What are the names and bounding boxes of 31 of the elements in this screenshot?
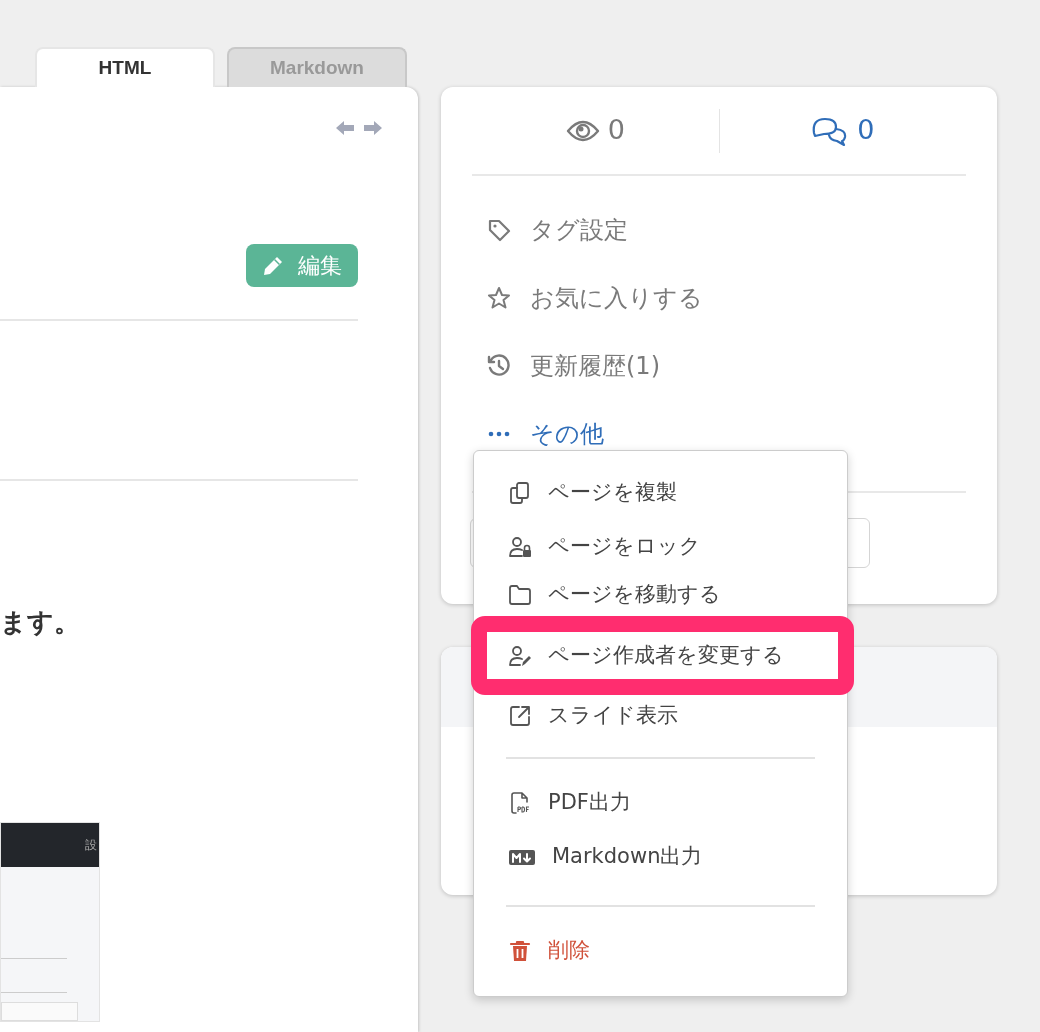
- view-count: 0: [472, 110, 719, 151]
- folder-icon: [508, 583, 532, 607]
- more-link[interactable]: その他: [472, 400, 966, 468]
- tag-icon: [486, 218, 512, 242]
- comment-count[interactable]: 0: [719, 110, 966, 151]
- menu-item[interactable]: ページを複製: [474, 466, 847, 520]
- trash-icon: [508, 939, 532, 963]
- menu-item[interactable]: スライド表示: [474, 695, 847, 736]
- menu-link[interactable]: お気に入りする: [472, 264, 966, 332]
- menu-link[interactable]: 更新履歴(1): [472, 332, 966, 400]
- external-link-icon: [508, 703, 532, 728]
- body-text: ます。: [0, 606, 81, 639]
- user-lock-icon: [508, 535, 532, 559]
- menu-item[interactable]: ページ作成者を変更する: [471, 616, 854, 695]
- pencil-icon: [262, 254, 284, 277]
- header-text: 設: [85, 836, 97, 854]
- star-icon: [486, 286, 512, 310]
- menu-link[interactable]: タグ設定: [472, 196, 966, 264]
- tab[interactable]: HTML: [35, 47, 215, 87]
- history-icon: [486, 354, 512, 378]
- arrows-icon[interactable]: [336, 120, 382, 136]
- menu-item[interactable]: Markdown出力: [474, 830, 847, 884]
- ellipsis-icon: [486, 431, 512, 437]
- menu-item[interactable]: ページをロック: [474, 520, 847, 574]
- eye-icon: [565, 118, 600, 143]
- pdf-file-icon: [508, 791, 532, 815]
- user-pencil-icon: [508, 643, 532, 668]
- menu-item[interactable]: ページを移動する: [474, 574, 847, 616]
- copy-icon: [508, 481, 532, 505]
- menu-item[interactable]: PDF出力: [474, 776, 847, 830]
- menu-item[interactable]: 削除: [474, 924, 847, 978]
